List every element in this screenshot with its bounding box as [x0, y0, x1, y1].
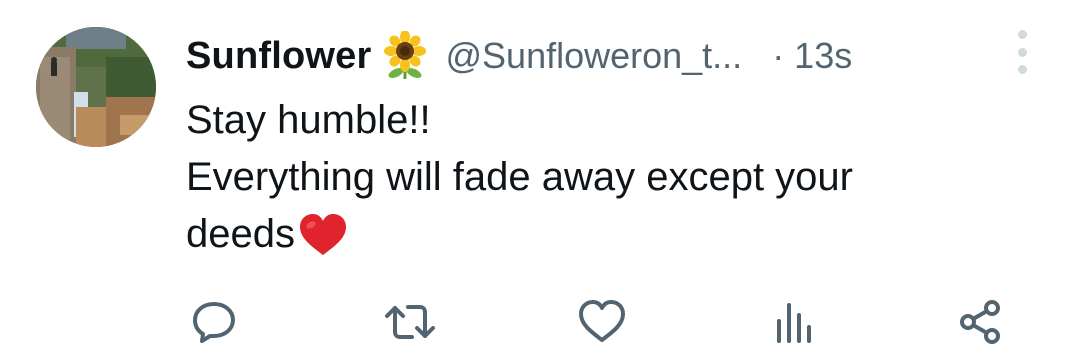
reply-button[interactable] — [186, 294, 242, 350]
author-name[interactable]: Sunflower — [186, 35, 371, 78]
more-dot — [1017, 65, 1027, 74]
more-options-icon[interactable] — [1012, 30, 1032, 74]
reply-icon — [190, 298, 238, 346]
tweet-text-line-last: deeds — [186, 206, 1046, 263]
retweet-icon — [384, 298, 436, 346]
share-icon — [956, 298, 1004, 346]
sunflower-emoji-icon — [383, 30, 429, 81]
heart-icon — [577, 299, 627, 345]
more-dot — [1017, 47, 1027, 57]
action-bar — [0, 294, 1080, 350]
tweet-text-line: Stay humble!! — [186, 98, 431, 142]
views-button[interactable] — [765, 294, 821, 350]
tweet-text-line: Everything will fade away except your — [186, 155, 853, 199]
tweet-text-segment: deeds — [186, 212, 295, 256]
tweet-card[interactable]: Sunflower @Sunfloweron_t... · 13s Stay h… — [0, 0, 1080, 360]
tweet-text: Stay humble!! Everything will fade away … — [186, 92, 1046, 263]
tweet-header: Sunflower @Sunfloweron_t... · 13s — [186, 30, 852, 82]
like-button[interactable] — [574, 294, 630, 350]
retweet-button[interactable] — [382, 294, 438, 350]
analytics-icon — [771, 299, 815, 345]
tweet-timestamp[interactable]: · 13s — [772, 35, 852, 77]
avatar[interactable] — [36, 27, 156, 147]
red-heart-emoji-icon — [297, 213, 349, 257]
share-button[interactable] — [952, 294, 1008, 350]
author-handle[interactable]: @Sunfloweron_t... — [445, 35, 742, 77]
more-dot — [1017, 30, 1027, 39]
